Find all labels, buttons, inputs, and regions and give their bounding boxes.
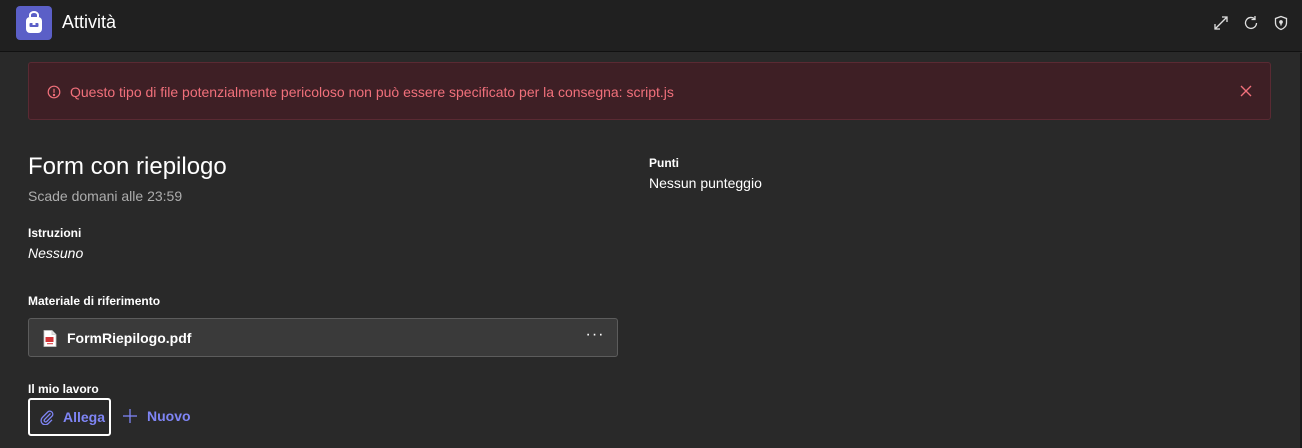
points-value: Nessun punteggio [649,175,762,191]
my-work-label: Il mio lavoro [28,382,99,396]
reference-label: Materiale di riferimento [28,294,161,308]
reference-file-name[interactable]: FormRiepilogo.pdf [67,330,191,346]
assignment-title: Form con riepilogo [28,153,227,180]
refresh-icon[interactable] [1242,14,1260,32]
paperclip-icon [39,409,55,426]
close-icon[interactable] [1238,83,1254,99]
error-message: Questo tipo di file potenzialmente peric… [70,84,674,100]
app-header: Attività [0,0,1302,52]
points-label: Punti [649,156,679,170]
expand-icon[interactable] [1212,14,1230,32]
backpack-icon [16,6,52,40]
instructions-value: Nessuno [28,245,84,261]
attach-label: Allega [63,409,106,425]
reference-file-card[interactable]: FormRiepilogo.pdf ··· [28,318,618,357]
plus-icon [122,408,138,424]
attach-button[interactable]: Allega [28,398,111,436]
app-title: Attività [62,12,117,32]
pdf-file-icon [43,330,57,347]
due-date: Scade domani alle 23:59 [28,188,183,204]
error-icon [47,85,61,99]
shield-icon[interactable] [1272,14,1290,32]
error-banner: Questo tipo di file potenzialmente peric… [28,62,1271,120]
new-button[interactable]: Nuovo [122,400,194,434]
instructions-label: Istruzioni [28,226,82,240]
more-options-icon[interactable]: ··· [585,326,605,348]
new-label: Nuovo [147,408,191,424]
